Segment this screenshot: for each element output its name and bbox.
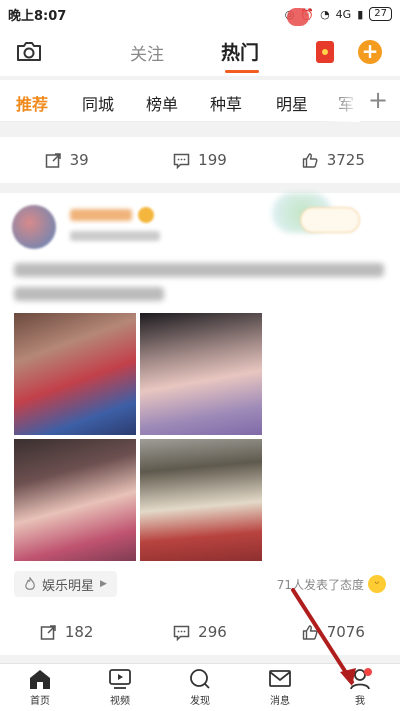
nav-label: 首页: [30, 696, 50, 707]
comment-count: 296: [198, 623, 227, 641]
repost-count: 182: [64, 623, 94, 641]
post-card[interactable]: 娱乐明星 ▶ 71人发表了态度 ᵕ: [0, 193, 400, 653]
top-bar: 关注 热门 +: [0, 28, 400, 76]
comment-button[interactable]: 296: [133, 609, 266, 655]
author-name-blurred[interactable]: [70, 209, 132, 221]
repost-button[interactable]: 182: [0, 609, 133, 655]
post-actions: 182 296 7076: [0, 609, 400, 655]
status-time: 晚上8:07: [8, 8, 67, 24]
post-text-blurred-line: [14, 263, 384, 277]
nav-home[interactable]: 首页: [0, 664, 80, 711]
notification-dot: [364, 668, 372, 676]
camera-icon[interactable]: [16, 40, 42, 62]
comment-button[interactable]: 199: [133, 137, 266, 183]
comment-count: 199: [198, 151, 227, 169]
author-avatar[interactable]: [12, 205, 56, 249]
nav-profile[interactable]: 我: [320, 664, 400, 711]
post-image[interactable]: [14, 439, 136, 561]
laugh-emoji-icon: ᵕ: [368, 575, 386, 593]
wifi-icon: ◔: [320, 7, 330, 21]
category-tabs: 推荐 同城 榜单 种草 明星 军 +: [0, 80, 400, 122]
category-tab[interactable]: 同城: [82, 91, 114, 115]
category-tab[interactable]: 推荐: [16, 91, 48, 115]
red-packet-icon[interactable]: [316, 41, 334, 63]
weibo-hot-feed-screen: 晚上8:07 ◎ ⏰ ◔ 4G ▮ 27 关注 热门 + 推荐 同城 榜单 种草…: [0, 0, 400, 711]
discover-icon: [190, 669, 210, 689]
repost-button[interactable]: 39: [0, 137, 133, 183]
post-image[interactable]: [140, 313, 262, 435]
nav-label: 消息: [270, 696, 290, 707]
tab-hot[interactable]: 热门: [221, 38, 259, 65]
thumbs-up-icon: [302, 624, 318, 640]
signal-icon: ▮: [357, 7, 364, 21]
bottom-nav: 首页 视频 发现 消息 我: [0, 663, 400, 711]
status-bar: 晚上8:07 ◎ ⏰ ◔ 4G ▮ 27: [0, 0, 400, 28]
tab-follow[interactable]: 关注: [130, 40, 164, 65]
repost-count: 39: [69, 151, 89, 169]
category-tab[interactable]: 榜单: [146, 91, 178, 115]
prev-post-actions: 39 199 3725: [0, 137, 400, 183]
message-icon: [269, 670, 291, 687]
attitude-summary[interactable]: 71人发表了态度 ᵕ: [277, 575, 386, 593]
post-image[interactable]: [140, 439, 262, 561]
topic-chip[interactable]: 娱乐明星 ▶: [14, 571, 117, 597]
chevron-right-icon: ▶: [100, 579, 107, 589]
category-tab[interactable]: 明星: [276, 91, 308, 115]
attitude-text: 71人发表了态度: [276, 577, 364, 592]
nav-discover[interactable]: 发现: [160, 664, 240, 711]
like-count: 3725: [326, 151, 365, 169]
comment-icon: [173, 153, 190, 169]
like-button[interactable]: 3725: [267, 137, 400, 183]
nav-label: 我: [355, 696, 365, 707]
nav-video[interactable]: 视频: [80, 664, 160, 711]
network-type: 4G: [335, 7, 352, 21]
comment-icon: [173, 625, 190, 641]
nav-label: 发现: [190, 696, 210, 707]
thumbs-up-icon: [302, 152, 318, 168]
category-add-icon[interactable]: +: [368, 86, 388, 114]
like-button[interactable]: 7076: [267, 609, 400, 655]
like-count: 7076: [326, 623, 365, 641]
post-text-blurred-line: [14, 287, 164, 301]
nav-messages[interactable]: 消息: [240, 664, 320, 711]
verified-badge-icon: [138, 207, 154, 223]
message-badge: [287, 8, 309, 26]
flame-icon: [25, 577, 35, 590]
active-tab-underline: [225, 70, 259, 73]
topic-label: 娱乐明星: [42, 578, 95, 594]
battery-level: 27: [369, 7, 392, 21]
repost-icon: [45, 152, 61, 168]
nav-label: 视频: [110, 696, 130, 707]
category-fade: [320, 80, 360, 122]
repost-icon: [40, 624, 56, 640]
compose-plus-button[interactable]: +: [358, 40, 382, 64]
video-icon: [109, 669, 131, 689]
post-meta-blurred: [70, 231, 160, 241]
home-icon: [30, 670, 50, 689]
follow-button-blurred[interactable]: [300, 207, 360, 233]
category-tab[interactable]: 种草: [210, 91, 242, 115]
post-image[interactable]: [14, 313, 136, 435]
